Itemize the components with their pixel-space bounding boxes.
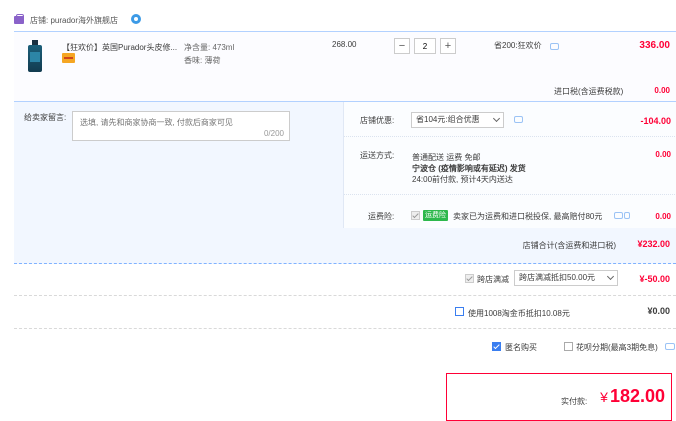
insurance-value: 0.00: [655, 212, 671, 221]
chevron-down-icon: [606, 272, 615, 281]
insurance-text: 卖家已为运费和进口税投保, 最高赔付80元: [453, 212, 603, 221]
message-label: 给卖家留言:: [24, 113, 67, 122]
shop-promo-selected: 省104元:组合优惠: [416, 115, 480, 124]
chevron-down-icon: [492, 114, 501, 123]
anonymous-checkbox[interactable]: [492, 342, 501, 351]
shipping-method: 普通配送 运费 免邮: [412, 153, 481, 162]
shipping-eta: 24:00前付款, 预计4天内送达: [412, 175, 513, 184]
import-tax-label: 进口税(含运费税款): [554, 87, 624, 96]
shop-total-label: 店铺合计(含运费和进口税): [522, 241, 616, 250]
insurance-help-icon[interactable]: [624, 212, 630, 219]
quantity-decrease-button[interactable]: −: [394, 38, 410, 54]
import-tax-value: 0.00: [654, 86, 670, 95]
item-line-total: 336.00: [639, 40, 670, 51]
shop-promo-value: -104.00: [640, 116, 671, 126]
shop-promo-row: 店铺优惠: 省104元:组合优惠 -104.00: [344, 102, 676, 136]
taojinbi-row: 使用1008淘金币抵扣10.08元 ¥0.00: [14, 296, 676, 329]
taojinbi-label: 使用1008淘金币抵扣10.08元: [468, 309, 570, 318]
cross-store-row: 跨店满减 跨店满减抵扣50.00元 ¥-50.00: [14, 263, 676, 296]
item-discount-text: 省200:狂欢价: [494, 41, 542, 50]
message-char-count: 0/200: [263, 129, 284, 138]
shipping-label: 运送方式:: [360, 151, 395, 160]
quantity-increase-button[interactable]: +: [440, 38, 456, 54]
quantity-stepper: − +: [394, 38, 456, 54]
cross-store-value: ¥-50.00: [639, 274, 670, 284]
cross-store-label: 跨店满减: [477, 275, 509, 284]
actual-payment-value: 182.00: [609, 386, 665, 406]
actual-payment-amount: ¥182.00: [600, 386, 665, 407]
cross-store-select[interactable]: 跨店满减抵扣50.00元: [514, 270, 618, 286]
wangwang-chat-icon[interactable]: [131, 14, 141, 24]
currency-symbol: ¥: [600, 389, 608, 405]
shipping-warehouse: 宁波仓 (疫情影响或有延迟) 发货: [412, 164, 526, 173]
product-title[interactable]: 【狂欢价】英国Purador头皮修...: [62, 42, 177, 53]
insurance-row: 运费险: 运费险 卖家已为运费和进口税投保, 最高赔付80元 0.00: [344, 194, 676, 228]
credit-card-icon: [62, 53, 75, 63]
shop-icon: [14, 14, 24, 24]
promo-info-icon[interactable]: [514, 116, 523, 123]
taojinbi-checkbox[interactable]: [455, 307, 464, 316]
unit-price: 268.00: [332, 40, 357, 49]
actual-payment-label: 实付款:: [561, 397, 588, 406]
seller-message-field: 0/200: [72, 111, 290, 141]
order-options-panel: 给卖家留言: 0/200 店铺优惠: 省104元:组合优惠 -104.00 运送…: [14, 101, 676, 264]
insurance-label: 运费险:: [368, 212, 395, 221]
huabei-info-icon[interactable]: [665, 343, 675, 350]
huabei-label: 花呗分期(最高3期免息): [576, 343, 658, 352]
actual-payment-box: 实付款: ¥182.00: [446, 373, 672, 421]
seller-message-input[interactable]: [73, 112, 289, 140]
shipping-details: 普通配送 运费 免邮 宁波仓 (疫情影响或有延迟) 发货 24:00前付款, 预…: [412, 152, 526, 185]
shipping-value: 0.00: [655, 150, 671, 159]
product-thumbnail[interactable]: [28, 40, 42, 72]
order-options-right: 店铺优惠: 省104元:组合优惠 -104.00 运送方式: 0.00 普通配送…: [343, 102, 676, 228]
taojinbi-value: ¥0.00: [647, 306, 670, 316]
discount-info-icon[interactable]: [550, 43, 559, 50]
shop-name-link[interactable]: 店铺: purador海外旗舰店: [30, 15, 118, 26]
shop-promo-select[interactable]: 省104元:组合优惠: [411, 112, 504, 128]
quantity-input[interactable]: [414, 38, 436, 54]
insurance-checkbox: [411, 211, 420, 220]
cross-store-checkbox: [465, 274, 474, 283]
insurance-badge: 运费险: [423, 210, 448, 221]
order-item-row: 【狂欢价】英国Purador头皮修... 净含量: 473ml 香味: 薄荷 2…: [14, 31, 676, 102]
purchase-options-row: 匿名购买 花呗分期(最高3期免息): [14, 329, 676, 363]
product-volume: 净含量: 473ml: [184, 43, 235, 52]
anonymous-label: 匿名购买: [505, 343, 537, 352]
cross-store-selected: 跨店满减抵扣50.00元: [519, 273, 596, 282]
huabei-checkbox[interactable]: [564, 342, 573, 351]
shop-total-value: ¥232.00: [637, 239, 670, 249]
shop-promo-label: 店铺优惠:: [360, 116, 395, 125]
product-scent: 香味: 薄荷: [184, 56, 221, 65]
insurance-info-icon[interactable]: [614, 212, 623, 219]
